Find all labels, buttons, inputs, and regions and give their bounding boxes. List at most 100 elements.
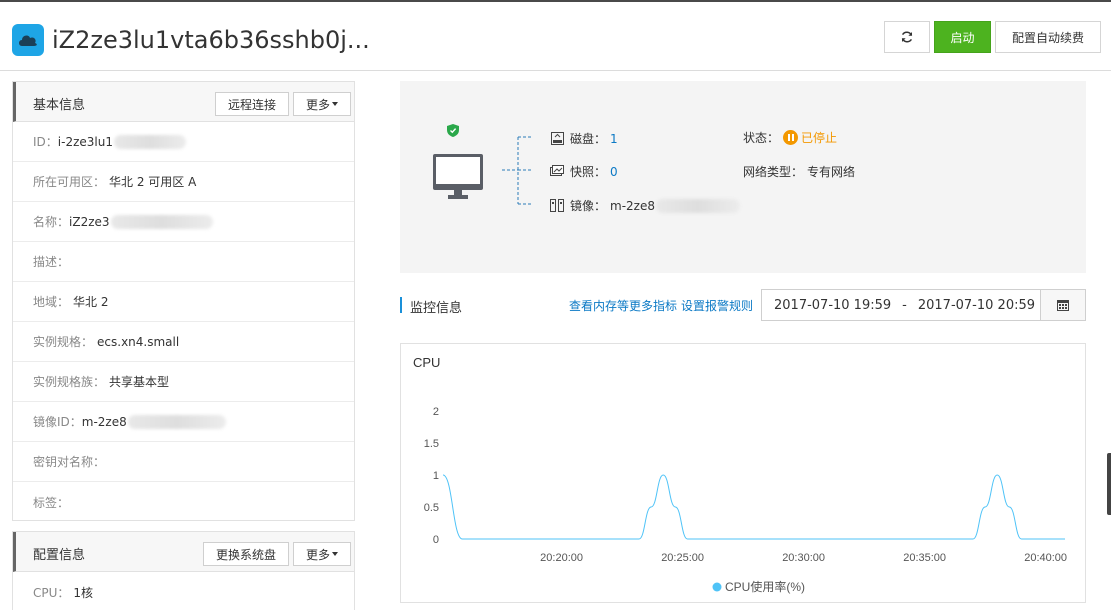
row-value: ecs.xn4.small bbox=[97, 334, 180, 349]
y-tick-label: 1.5 bbox=[424, 438, 439, 450]
y-tick-label: 0.5 bbox=[424, 502, 439, 514]
image-info: 镜像： m-2ze8 bbox=[550, 197, 740, 214]
row-value: 华北 2 可用区 A bbox=[109, 175, 197, 189]
x-tick-label: 20:40:00 bbox=[1024, 552, 1067, 564]
remote-connect-button[interactable]: 远程连接 bbox=[215, 92, 289, 116]
snapshot-icon bbox=[550, 165, 564, 179]
more-metrics-link[interactable]: 查看内存等更多指标 bbox=[569, 297, 677, 314]
row-value: iZ2ze3 bbox=[69, 214, 110, 229]
info-row-image-id: 镜像ID： m-2ze8 bbox=[13, 402, 354, 442]
redacted-blur bbox=[656, 198, 740, 213]
config-row-cpu: CPU： 1核 bbox=[13, 572, 354, 610]
info-row-instance-type: 实例规格： ecs.xn4.small bbox=[13, 322, 354, 362]
instance-summary: 磁盘： 1 快照： 0 镜像： m-2ze8 状态： 已停止 网络类型： 专有网… bbox=[400, 81, 1086, 273]
info-row-keypair: 密钥对名称： bbox=[13, 442, 354, 482]
start-button[interactable]: 启动 bbox=[934, 21, 991, 53]
snapshot-count-link[interactable]: 0 bbox=[610, 165, 618, 179]
date-range-input[interactable]: 2017-07-10 19:59 - 2017-07-10 20:59 bbox=[761, 289, 1041, 321]
page-title: iZ2ze3lu1vta6b36sshb0j... bbox=[52, 26, 370, 54]
row-label: 所在可用区： bbox=[33, 175, 106, 189]
monitor-title-bar bbox=[400, 297, 402, 313]
config-info-panel: 配置信息 更换系统盘 更多 CPU： 1核 bbox=[12, 531, 355, 610]
x-tick-label: 20:25:00 bbox=[661, 552, 704, 564]
replace-system-disk-button[interactable]: 更换系统盘 bbox=[203, 542, 289, 566]
calendar-button[interactable] bbox=[1040, 289, 1086, 321]
image-value: m-2ze8 bbox=[610, 198, 655, 213]
row-label: 实例规格族： bbox=[33, 375, 106, 389]
basic-info-panel: 基本信息 远程连接 更多 ID： i-2ze3lu1 所在可用区： 华北 2 可… bbox=[12, 81, 355, 521]
config-more-button[interactable]: 更多 bbox=[293, 542, 351, 566]
side-feedback-tab[interactable] bbox=[1107, 453, 1111, 515]
status-label: 状态： bbox=[743, 131, 780, 145]
row-label: 密钥对名称： bbox=[33, 455, 106, 469]
snapshot-info: 快照： 0 bbox=[550, 163, 618, 180]
x-tick-label: 20:30:00 bbox=[782, 552, 825, 564]
connector-lines bbox=[502, 136, 532, 205]
status-badge: 已停止 bbox=[783, 129, 837, 146]
basic-info-title: 基本信息 bbox=[33, 98, 86, 113]
legend-label: CPU使用率(%) bbox=[725, 579, 805, 594]
network-label: 网络类型： bbox=[743, 165, 804, 179]
cloud-server-icon bbox=[12, 24, 44, 56]
info-row-instance-family: 实例规格族： 共享基本型 bbox=[13, 362, 354, 402]
y-tick-label: 1 bbox=[433, 470, 439, 482]
cpu-chart-panel: CPU 0 0.5 1 1.5 2 20:20:00 20:25:00 20:30:00 20:3… bbox=[400, 343, 1086, 603]
redacted-blur bbox=[113, 134, 186, 149]
caret-down-icon bbox=[332, 552, 338, 556]
x-tick-label: 20:35:00 bbox=[903, 552, 946, 564]
series-line bbox=[442, 474, 1065, 540]
shield-icon bbox=[447, 124, 459, 137]
date-end: 2017-07-10 20:59 bbox=[917, 297, 1036, 313]
auto-renew-button[interactable]: 配置自动续费 bbox=[995, 21, 1101, 53]
row-label: 标签： bbox=[33, 495, 70, 510]
image-label: 镜像： bbox=[570, 199, 607, 213]
row-value: 共享基本型 bbox=[109, 375, 170, 389]
monitor-title: 监控信息 bbox=[410, 301, 463, 316]
info-row-id: ID： i-2ze3lu1 bbox=[13, 122, 354, 162]
network-info: 网络类型： 专有网络 bbox=[743, 163, 855, 180]
basic-more-button[interactable]: 更多 bbox=[293, 92, 351, 116]
disk-label: 磁盘： bbox=[570, 132, 607, 146]
pause-icon bbox=[783, 130, 799, 145]
row-label: 名称： bbox=[33, 215, 70, 229]
row-value: 华北 2 bbox=[73, 295, 109, 309]
row-label: ID： bbox=[33, 135, 58, 149]
row-value: 1核 bbox=[73, 585, 94, 600]
redacted-blur bbox=[110, 214, 213, 229]
row-value: i-2ze3lu1 bbox=[57, 134, 113, 149]
row-label: 描述： bbox=[33, 255, 70, 269]
row-label: CPU： bbox=[33, 585, 70, 600]
caret-down-icon bbox=[332, 102, 338, 106]
calendar-icon bbox=[1057, 300, 1069, 311]
basic-more-label: 更多 bbox=[305, 97, 330, 112]
info-row-description: 描述： bbox=[13, 242, 354, 282]
top-border bbox=[0, 0, 1111, 2]
chart-title: CPU bbox=[413, 355, 440, 370]
status-value: 已停止 bbox=[801, 131, 838, 145]
config-more-label: 更多 bbox=[305, 547, 330, 562]
monitor-icon bbox=[433, 154, 483, 199]
redacted-blur bbox=[127, 414, 226, 429]
y-tick-label: 2 bbox=[433, 406, 439, 418]
disk-info: 磁盘： 1 bbox=[550, 130, 618, 147]
cpu-chart: CPU 0 0.5 1 1.5 2 20:20:00 20:25:00 20:30:00 20:3… bbox=[413, 355, 1067, 594]
info-row-region: 地域： 华北 2 bbox=[13, 282, 354, 322]
config-info-title: 配置信息 bbox=[33, 548, 86, 563]
row-label: 地域： bbox=[33, 295, 70, 309]
disk-count-link[interactable]: 1 bbox=[610, 132, 618, 146]
row-label: 实例规格： bbox=[33, 335, 94, 349]
image-icon bbox=[550, 199, 564, 213]
row-value: m-2ze8 bbox=[81, 414, 127, 429]
refresh-button[interactable] bbox=[884, 21, 930, 53]
y-tick-label: 0 bbox=[433, 534, 439, 546]
date-separator: - bbox=[902, 297, 907, 313]
disk-icon bbox=[550, 132, 564, 146]
info-row-tags: 标签： bbox=[13, 482, 354, 522]
date-start: 2017-07-10 19:59 bbox=[774, 297, 892, 313]
network-value: 专有网络 bbox=[807, 165, 856, 179]
snapshot-label: 快照： bbox=[570, 165, 607, 179]
refresh-icon bbox=[901, 31, 913, 43]
x-tick-label: 20:20:00 bbox=[540, 552, 583, 564]
alarm-rules-link[interactable]: 设置报警规则 bbox=[681, 297, 753, 314]
status-info: 状态： 已停止 bbox=[743, 129, 837, 146]
